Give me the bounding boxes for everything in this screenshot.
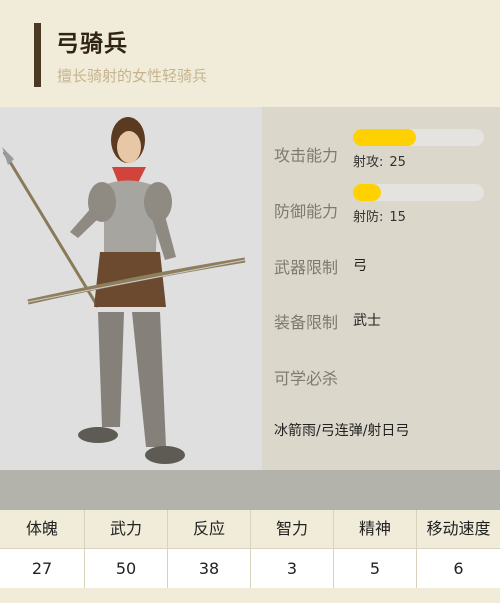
section-divider — [0, 470, 500, 510]
bottom-strip — [0, 590, 500, 603]
stat-column: 移动速度 6 — [416, 510, 500, 590]
unit-description: 擅长骑射的女性轻骑兵 — [57, 67, 208, 85]
stat-header: 智力 — [250, 510, 333, 548]
equipment-label: 装备限制 — [274, 313, 339, 332]
defense-bar — [353, 184, 484, 201]
stat-value: 3 — [250, 548, 333, 588]
defense-detail-value: 15 — [389, 210, 406, 225]
weapon-label: 武器限制 — [274, 258, 339, 277]
defense-detail: 射防: 15 — [353, 206, 406, 225]
stat-header: 武力 — [84, 510, 167, 548]
unit-portrait — [0, 107, 262, 470]
attack-detail-label: 射攻: — [353, 155, 384, 170]
stat-column: 武力 50 — [84, 510, 167, 590]
female-archer-portrait-icon — [0, 107, 262, 470]
stat-value: 27 — [0, 548, 84, 588]
attack-detail-value: 25 — [389, 155, 406, 170]
stat-value: 6 — [416, 548, 500, 588]
unit-header: 弓骑兵 擅长骑射的女性轻骑兵 — [0, 0, 500, 107]
stat-value: 5 — [333, 548, 416, 588]
stat-value: 38 — [167, 548, 250, 588]
attack-bar — [353, 129, 484, 146]
defense-detail-label: 射防: — [353, 210, 384, 225]
attack-bar-fill — [353, 129, 416, 146]
title-accent-bar — [34, 23, 41, 87]
stats-table: 体魄 27 武力 50 反应 38 智力 3 精神 5 移动速度 6 — [0, 510, 500, 590]
unit-name: 弓骑兵 — [56, 31, 128, 57]
defense-label: 防御能力 — [274, 202, 339, 221]
stat-column: 反应 38 — [167, 510, 250, 590]
skills-value: 冰箭雨/弓连弹/射日弓 — [274, 423, 410, 439]
stat-header: 精神 — [333, 510, 416, 548]
attack-detail: 射攻: 25 — [353, 151, 406, 170]
stat-header: 移动速度 — [416, 510, 500, 548]
defense-bar-fill — [353, 184, 381, 201]
stat-header: 反应 — [167, 510, 250, 548]
equipment-value: 武士 — [353, 313, 381, 329]
unit-info: 攻击能力 射攻: 25 防御能力 射防: 15 武器限制 弓 装备限制 武士 可学必… — [262, 107, 500, 470]
stat-column: 精神 5 — [333, 510, 416, 590]
attack-label: 攻击能力 — [274, 146, 339, 165]
stat-header: 体魄 — [0, 510, 84, 548]
weapon-value: 弓 — [353, 258, 367, 274]
unit-detail-panel: 攻击能力 射攻: 25 防御能力 射防: 15 武器限制 弓 装备限制 武士 可学必… — [0, 107, 500, 470]
stat-column: 体魄 27 — [0, 510, 84, 590]
stat-column: 智力 3 — [250, 510, 333, 590]
skills-label: 可学必杀 — [274, 369, 339, 388]
stat-value: 50 — [84, 548, 167, 588]
